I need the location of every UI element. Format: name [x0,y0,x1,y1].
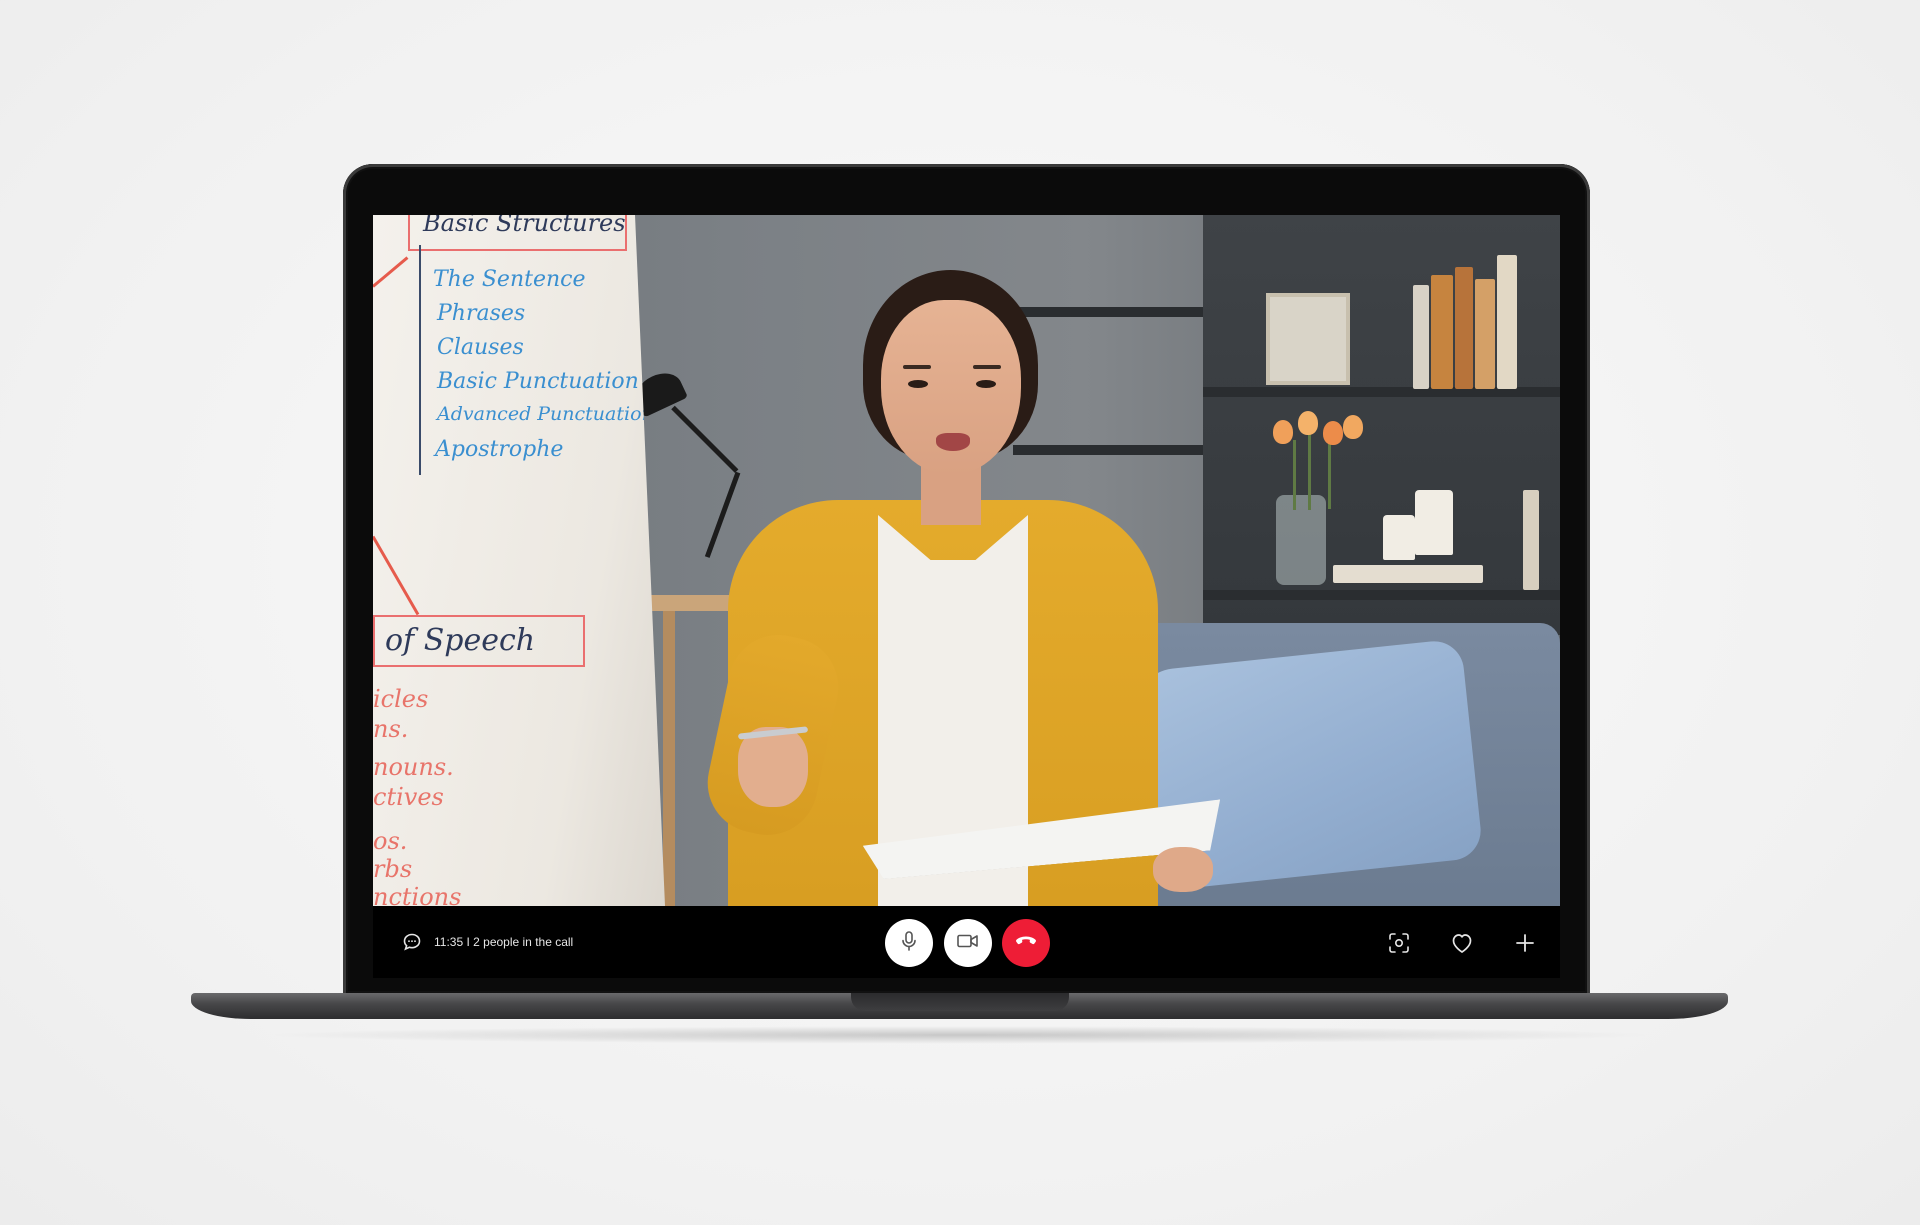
end-call-button[interactable] [1002,919,1050,967]
mouth [936,433,970,451]
heart-icon [1452,934,1472,953]
video-scene: Basic Structures The Sentence Phrases Cl… [373,215,1560,906]
flipchart-item: The Sentence [433,267,586,292]
eye [908,380,928,388]
right-hand [1153,847,1213,892]
chat-bubble-icon[interactable] [402,932,422,952]
left-hand [738,727,808,807]
stage: Basic Structures The Sentence Phrases Cl… [0,0,1920,1225]
add-button[interactable] [1513,931,1537,955]
flipchart-heading: Basic Structures [423,215,626,237]
eyebrow [973,365,1001,369]
eye [976,380,996,388]
video-feed: Basic Structures The Sentence Phrases Cl… [373,215,1560,906]
screenshot-icon [1389,933,1409,953]
flipchart-item: Clauses [437,335,524,360]
laptop-notch [851,993,1069,1011]
video-camera-icon [956,932,980,955]
flipchart-bracket [419,245,421,475]
plus-icon [1516,934,1534,952]
call-status-text: 11:35 I 2 people in the call [434,935,574,949]
like-button[interactable] [1450,931,1474,955]
flipchart-arrow [373,535,420,616]
flipchart-section-item: icles [373,685,429,713]
flipchart-section-item: ns. [373,715,409,743]
flipchart-item: Basic Punctuation [437,369,639,394]
flipchart-section-item: rbs [373,855,413,883]
screenshot-button[interactable] [1387,931,1411,955]
hang-up-icon [1014,934,1038,953]
flipchart-arrow [373,256,409,288]
toggle-camera-button[interactable] [944,919,992,967]
flipchart-section-item: nouns. [373,753,454,781]
laptop-base [191,993,1728,1019]
mute-microphone-button[interactable] [885,919,933,967]
flipchart-section-item: ctives [373,783,444,811]
eyebrow [903,365,931,369]
flipchart-section-item: nctions [373,883,462,906]
flipchart-section-title: of Speech [385,623,536,658]
flipchart-item: Advanced Punctuation [437,403,654,425]
call-controls-bar: 11:35 I 2 people in the call [373,906,1560,978]
microphone-icon [899,930,919,957]
flipchart-section-item: os. [373,827,408,855]
laptop-shadow [260,1026,1660,1044]
flipchart-item: Apostrophe [435,437,564,462]
flipchart: Basic Structures The Sentence Phrases Cl… [373,215,665,906]
flipchart-item: Phrases [437,301,526,326]
